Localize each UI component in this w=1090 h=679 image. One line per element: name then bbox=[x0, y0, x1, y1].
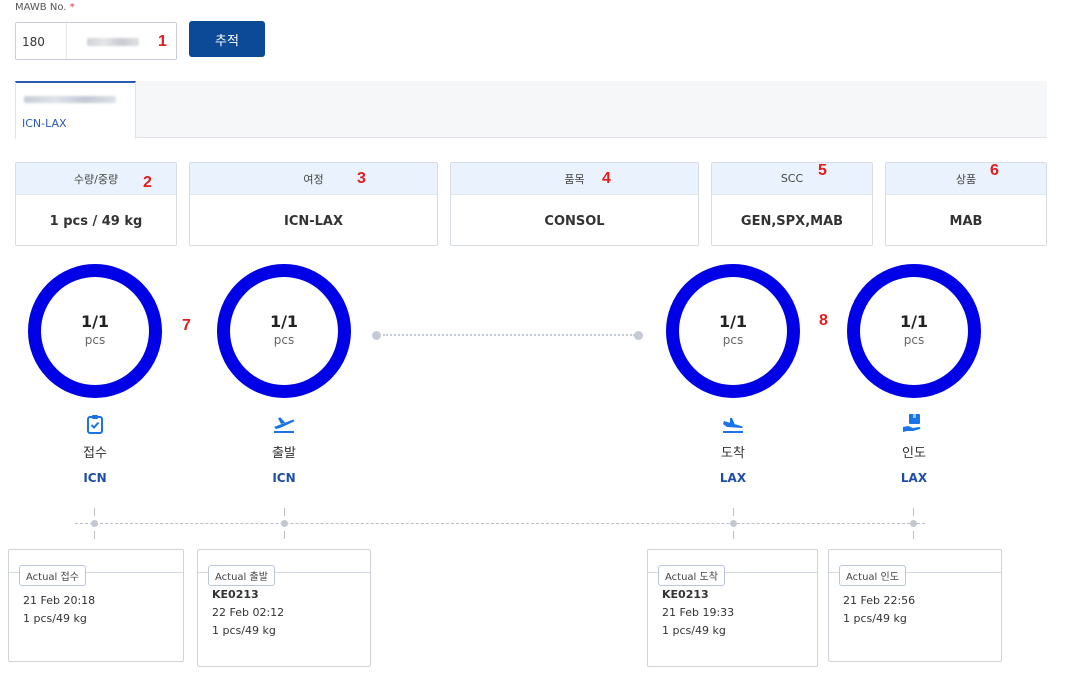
marker-1: 1 bbox=[158, 33, 167, 50]
info-box-quantity-weight: 수량/중량 1 pcs / 49 kg bbox=[15, 162, 177, 246]
plane-departure-icon bbox=[224, 412, 344, 436]
event-card-delivery: Actual 인도 21 Feb 22:56 1 pcs/49 kg bbox=[828, 549, 1002, 662]
info-value: MAB bbox=[949, 213, 983, 229]
event-quantity: 1 pcs/49 kg bbox=[843, 612, 907, 625]
event-details: KE0213 22 Feb 02:12 1 pcs/49 kg bbox=[212, 586, 284, 640]
info-header: 상품 bbox=[886, 163, 1046, 195]
stage-acceptance: 접수 ICN bbox=[35, 412, 155, 485]
info-value: ICN-LAX bbox=[283, 213, 344, 229]
event-details: KE0213 21 Feb 19:33 1 pcs/49 kg bbox=[662, 586, 734, 640]
event-details: 21 Feb 20:18 1 pcs/49 kg bbox=[23, 592, 95, 628]
stage-ring-departure: 1/1 pcs bbox=[217, 264, 351, 398]
stage-arrival: 도착 LAX bbox=[673, 412, 793, 485]
event-badge: Actual 접수 bbox=[19, 565, 86, 586]
event-details: 21 Feb 22:56 1 pcs/49 kg bbox=[843, 592, 915, 628]
event-time: 21 Feb 19:33 bbox=[662, 606, 735, 619]
plane-arrival-icon bbox=[673, 412, 793, 436]
timeline-tick bbox=[94, 508, 95, 516]
stage-delivery: 인도 LAX bbox=[854, 412, 974, 485]
marker-2: 2 bbox=[143, 174, 152, 191]
ring-count: 1/1 bbox=[899, 312, 929, 331]
event-flight: KE0213 bbox=[662, 588, 709, 601]
package-hand-icon bbox=[854, 412, 974, 436]
ring-unit: pcs bbox=[273, 333, 295, 347]
stage-departure: 출발 ICN bbox=[224, 412, 344, 485]
info-box-itinerary: 여정 ICN-LAX bbox=[189, 162, 438, 246]
timeline-dot bbox=[91, 520, 98, 527]
timeline-tick bbox=[913, 531, 914, 539]
info-value: 1 pcs / 49 kg bbox=[49, 213, 143, 229]
marker-5: 5 bbox=[818, 162, 827, 179]
route-connector bbox=[383, 334, 635, 336]
info-header: 여정 bbox=[190, 163, 437, 195]
timeline-dot bbox=[910, 520, 917, 527]
stage-port: LAX bbox=[900, 471, 928, 485]
ring-count: 1/1 bbox=[269, 312, 299, 331]
info-value: GEN,SPX,MAB bbox=[740, 213, 844, 229]
stage-label: 도착 bbox=[721, 446, 745, 461]
event-card-arrival: Actual 도착 KE0213 21 Feb 19:33 1 pcs/49 k… bbox=[647, 549, 818, 667]
event-card-departure: Actual 출발 KE0213 22 Feb 02:12 1 pcs/49 k… bbox=[197, 549, 371, 667]
timeline-tick bbox=[284, 531, 285, 539]
timeline-dot bbox=[281, 520, 288, 527]
tab-title-redacted bbox=[24, 96, 116, 103]
info-header: 품목 bbox=[451, 163, 698, 195]
stage-ring-arrival: 1/1 pcs bbox=[666, 264, 800, 398]
timeline-tick bbox=[733, 531, 734, 539]
mawb-prefix-value[interactable]: 180 bbox=[22, 35, 45, 49]
event-card-acceptance: Actual 접수 21 Feb 20:18 1 pcs/49 kg bbox=[8, 549, 184, 662]
stage-port: ICN bbox=[272, 471, 296, 485]
marker-4: 4 bbox=[602, 170, 611, 187]
clipboard-check-icon bbox=[35, 412, 155, 436]
ring-count: 1/1 bbox=[80, 312, 110, 331]
marker-8: 8 bbox=[819, 312, 828, 329]
marker-7: 7 bbox=[182, 317, 191, 334]
stage-ring-acceptance: 1/1 pcs bbox=[28, 264, 162, 398]
ring-unit: pcs bbox=[84, 333, 106, 347]
event-flight: KE0213 bbox=[212, 588, 259, 601]
stage-label: 접수 bbox=[83, 446, 107, 461]
stage-port: ICN bbox=[83, 471, 107, 485]
timeline-tick bbox=[94, 531, 95, 539]
info-header: 수량/중량 bbox=[16, 163, 176, 195]
ring-count: 1/1 bbox=[718, 312, 748, 331]
event-quantity: 1 pcs/49 kg bbox=[662, 624, 726, 637]
info-box-product: 상품 MAB bbox=[885, 162, 1047, 246]
info-box-commodity: 품목 CONSOL bbox=[450, 162, 699, 246]
event-badge: Actual 출발 bbox=[208, 565, 275, 586]
timeline-dot bbox=[730, 520, 737, 527]
timeline-tick bbox=[913, 508, 914, 516]
mawb-number-redacted[interactable] bbox=[87, 38, 139, 46]
ring-unit: pcs bbox=[722, 333, 744, 347]
timeline-line bbox=[75, 523, 925, 524]
mawb-input-divider bbox=[66, 23, 67, 59]
info-header: SCC bbox=[712, 163, 872, 195]
track-button[interactable]: 추적 bbox=[189, 21, 265, 57]
timeline-tick bbox=[733, 508, 734, 516]
stage-label: 출발 bbox=[272, 446, 296, 461]
stage-ring-delivery: 1/1 pcs bbox=[847, 264, 981, 398]
stage-label: 인도 bbox=[902, 446, 926, 461]
stage-port: LAX bbox=[719, 471, 747, 485]
timeline-tick bbox=[284, 508, 285, 516]
route-node-start bbox=[372, 331, 381, 340]
event-time: 21 Feb 20:18 bbox=[23, 594, 96, 607]
event-badge: Actual 도착 bbox=[658, 565, 725, 586]
required-mark: * bbox=[69, 2, 75, 13]
event-time: 21 Feb 22:56 bbox=[843, 594, 916, 607]
event-badge: Actual 인도 bbox=[839, 565, 906, 586]
ring-unit: pcs bbox=[903, 333, 925, 347]
marker-3: 3 bbox=[357, 170, 366, 187]
info-box-scc: SCC GEN,SPX,MAB bbox=[711, 162, 873, 246]
tab-route-label: ICN-LAX bbox=[22, 117, 67, 130]
tab-shipment[interactable] bbox=[15, 81, 136, 139]
tab-strip bbox=[15, 81, 1047, 138]
mawb-label: MAWB No. * bbox=[15, 2, 75, 13]
event-quantity: 1 pcs/49 kg bbox=[212, 624, 276, 637]
event-time: 22 Feb 02:12 bbox=[212, 606, 285, 619]
info-value: CONSOL bbox=[544, 213, 605, 229]
route-node-end bbox=[634, 331, 643, 340]
event-quantity: 1 pcs/49 kg bbox=[23, 612, 87, 625]
marker-6: 6 bbox=[990, 162, 999, 179]
